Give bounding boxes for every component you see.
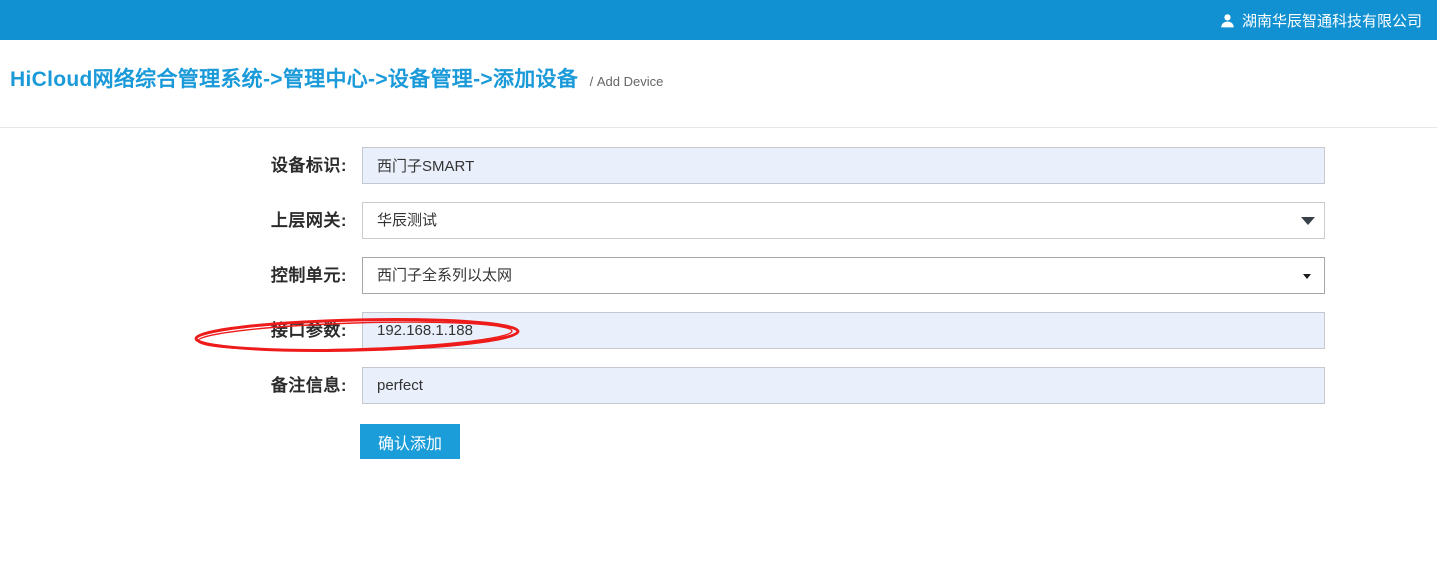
control-unit-label: 控制单元: — [0, 257, 347, 294]
control-unit-selected-value: 西门子全系列以太网 — [377, 267, 512, 284]
control-unit-select[interactable]: 西门子全系列以太网 — [362, 257, 1325, 294]
breadcrumb-subtitle: / Add Device — [590, 74, 664, 89]
confirm-add-button[interactable]: 确认添加 — [360, 424, 460, 459]
device-id-label: 设备标识: — [0, 147, 347, 184]
upper-gateway-selected-value: 华辰测试 — [377, 212, 437, 229]
remark-label: 备注信息: — [0, 367, 347, 404]
chevron-down-icon — [1303, 274, 1311, 279]
interface-params-input[interactable] — [362, 312, 1325, 349]
company-name-label: 湖南华辰智通科技有限公司 — [1242, 10, 1422, 31]
interface-params-label: 接口参数: — [0, 312, 347, 349]
device-id-input[interactable] — [362, 147, 1325, 184]
header-divider — [0, 127, 1437, 128]
breadcrumb: HiCloud网络综合管理系统->管理中心->设备管理->添加设备 / Add … — [10, 63, 663, 93]
user-account-menu[interactable]: 湖南华辰智通科技有限公司 — [1220, 10, 1437, 31]
breadcrumb-path[interactable]: HiCloud网络综合管理系统->管理中心->设备管理->添加设备 — [10, 68, 578, 91]
user-icon — [1220, 13, 1235, 28]
remark-input[interactable] — [362, 367, 1325, 404]
upper-gateway-label: 上层网关: — [0, 202, 347, 239]
chevron-down-icon — [1301, 217, 1315, 225]
top-bar: 湖南华辰智通科技有限公司 — [0, 0, 1437, 40]
upper-gateway-select[interactable]: 华辰测试 — [362, 202, 1325, 239]
